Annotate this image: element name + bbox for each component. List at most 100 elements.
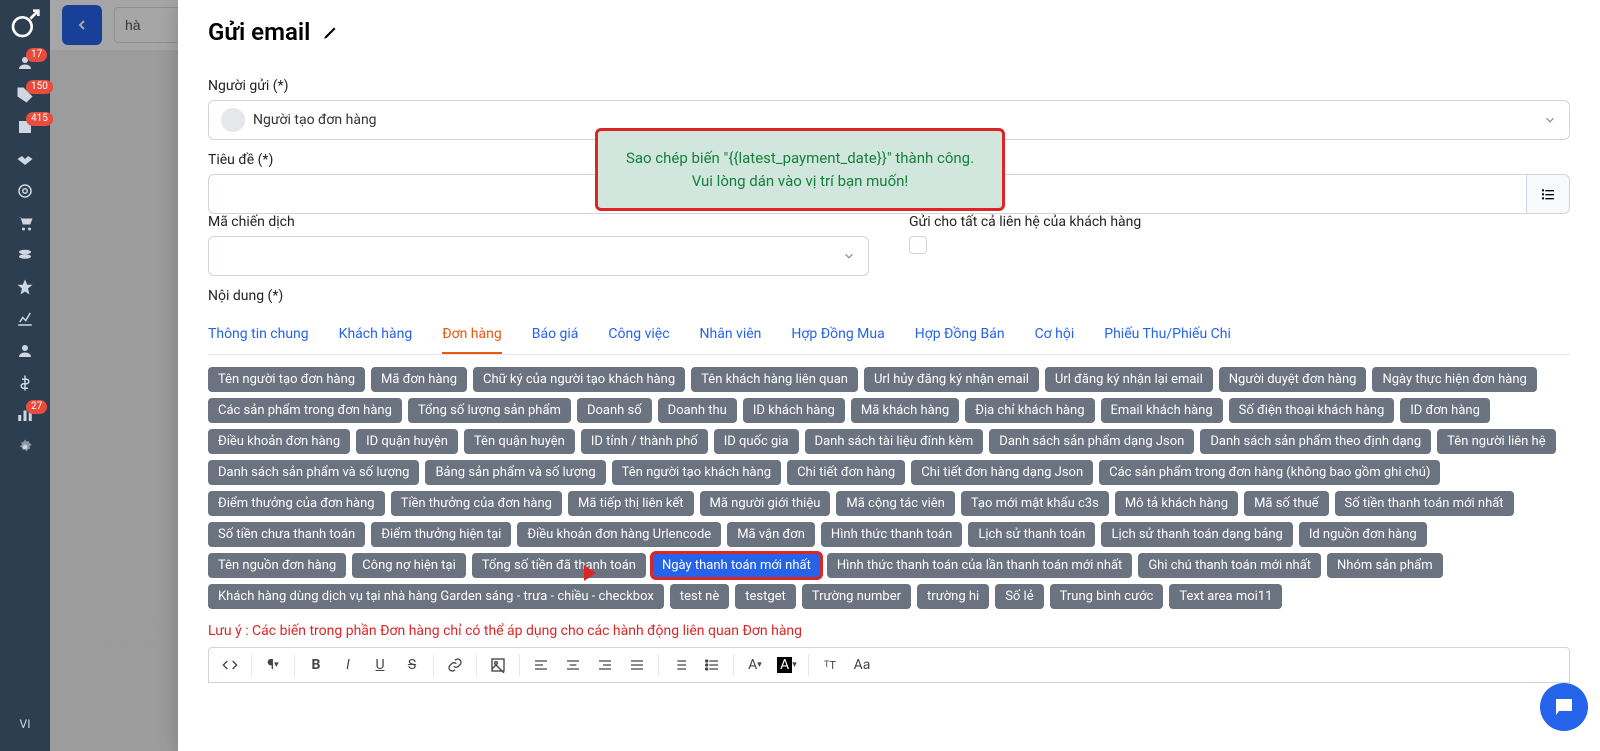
variable-chip[interactable]: ID đơn hàng (1400, 398, 1490, 423)
align-right-button[interactable] (590, 651, 620, 679)
variable-chip[interactable]: Mã khách hàng (851, 398, 959, 423)
variable-chip[interactable]: Mã đơn hàng (371, 367, 467, 392)
tab-báo-giá[interactable]: Báo giá (532, 316, 579, 354)
variable-chip[interactable]: Danh sách sản phẩm theo định dạng (1200, 429, 1431, 454)
building-icon[interactable]: 415 (16, 118, 34, 136)
tab-công-việc[interactable]: Công việc (608, 316, 669, 354)
tab-phiếu-thu/phiếu-chi[interactable]: Phiếu Thu/Phiếu Chi (1104, 316, 1231, 354)
variable-chip[interactable]: Số điện thoại khách hàng (1229, 398, 1395, 423)
variable-chip[interactable]: Số lẻ (995, 584, 1043, 609)
variable-chip[interactable]: Điểm thưởng của đơn hàng (208, 491, 385, 516)
tab-khách-hàng[interactable]: Khách hàng (339, 316, 413, 354)
user-icon[interactable] (16, 342, 34, 360)
variable-chip[interactable]: Tạo mới mật khẩu c3s (961, 491, 1109, 516)
variable-chip[interactable]: ID quận huyện (356, 429, 458, 454)
variable-chip[interactable]: ID tỉnh / thành phố (581, 429, 708, 454)
variable-chip[interactable]: Mã số thuế (1244, 491, 1328, 516)
variable-chip[interactable]: Danh sách sản phẩm dạng Json (989, 429, 1194, 454)
link-button[interactable] (440, 651, 470, 679)
variable-chip[interactable]: Tổng số tiền đã thanh toán (472, 553, 646, 578)
align-justify-button[interactable] (622, 651, 652, 679)
send-all-checkbox[interactable] (909, 236, 927, 254)
variable-chip[interactable]: trường hi (917, 584, 989, 609)
variable-chip[interactable]: Bảng sản phẩm và số lượng (425, 460, 605, 485)
tab-thông-tin-chung[interactable]: Thông tin chung (208, 316, 309, 354)
variable-chip[interactable]: Lịch sử thanh toán (968, 522, 1095, 547)
underline-button[interactable]: U (365, 651, 395, 679)
image-button[interactable] (483, 651, 513, 679)
variable-chip[interactable]: Ghi chú thanh toán mới nhất (1138, 553, 1321, 578)
variable-chip[interactable]: Doanh thu (658, 398, 737, 423)
cart-icon[interactable] (16, 214, 34, 232)
variable-chip[interactable]: Tên người tạo đơn hàng (208, 367, 365, 392)
gear-icon[interactable] (16, 438, 34, 456)
variable-chip[interactable]: Địa chỉ khách hàng (965, 398, 1094, 423)
star-icon[interactable] (16, 278, 34, 296)
align-center-button[interactable] (558, 651, 588, 679)
italic-button[interactable]: I (333, 651, 363, 679)
variable-chip[interactable]: Doanh số (577, 398, 652, 423)
tab-hợp-đồng-mua[interactable]: Hợp Đồng Mua (791, 316, 884, 354)
variable-chip[interactable]: Url hủy đăng ký nhận email (864, 367, 1039, 392)
variable-chip[interactable]: Id nguồn đơn hàng (1299, 522, 1427, 547)
variable-chip[interactable]: ID khách hàng (743, 398, 845, 423)
variable-chip[interactable]: Chữ ký của người tạo khách hàng (473, 367, 685, 392)
variable-chip[interactable]: Ngày thực hiện đơn hàng (1372, 367, 1536, 392)
variable-chip[interactable]: Url đăng ký nhận lại email (1045, 367, 1213, 392)
code-view-button[interactable] (215, 651, 245, 679)
variable-chip[interactable]: Danh sách tài liệu đính kèm (805, 429, 984, 454)
variable-chip[interactable]: ID quốc gia (714, 429, 799, 454)
strike-button[interactable]: S (397, 651, 427, 679)
paragraph-button[interactable]: ¶▾ (258, 651, 288, 679)
font-color-button[interactable]: A▾ (740, 651, 770, 679)
coins-icon[interactable] (16, 246, 34, 264)
pencil-icon[interactable] (322, 23, 340, 41)
font-size-button[interactable]: TT (815, 651, 845, 679)
variable-chip[interactable]: Chi tiết đơn hàng (787, 460, 905, 485)
variable-chip[interactable]: Số tiền thanh toán mới nhất (1335, 491, 1514, 516)
users-icon[interactable]: 17 (16, 54, 34, 72)
variable-chip[interactable]: Tên người tạo khách hàng (612, 460, 781, 485)
variable-chip[interactable]: Tên người liên hệ (1437, 429, 1555, 454)
variable-chip[interactable]: test nè (670, 584, 729, 609)
subject-list-button[interactable] (1526, 174, 1570, 214)
variable-chip[interactable]: Trung bình cước (1050, 584, 1164, 609)
chat-bubble-button[interactable] (1540, 683, 1588, 731)
variable-chip[interactable]: testget (735, 584, 796, 609)
variable-chip[interactable]: Số tiền chưa thanh toán (208, 522, 365, 547)
tab-nhân-viên[interactable]: Nhân viên (700, 316, 762, 354)
variable-chip[interactable]: Tên quận huyện (464, 429, 575, 454)
variable-chip[interactable]: Text area moi11 (1169, 584, 1282, 609)
variable-chip[interactable]: Mã tiếp thị liên kết (568, 491, 694, 516)
variable-chip[interactable]: Trường number (802, 584, 911, 609)
variable-chip[interactable]: Danh sách sản phẩm và số lượng (208, 460, 419, 485)
variable-chip[interactable]: Lịch sử thanh toán dạng bảng (1101, 522, 1292, 547)
variable-chip[interactable]: Các sản phẩm trong đơn hàng (không bao g… (1099, 460, 1440, 485)
variable-chip[interactable]: Tiền thưởng của đơn hàng (391, 491, 562, 516)
ul-button[interactable] (697, 651, 727, 679)
tag-icon[interactable]: 150 (16, 86, 34, 104)
variable-chip[interactable]: Tổng số lượng sản phẩm (408, 398, 571, 423)
variable-chip[interactable]: Mã vận đơn (727, 522, 815, 547)
tab-hợp-đồng-bán[interactable]: Hợp Đồng Bán (915, 316, 1005, 354)
variable-chip[interactable]: Tên nguồn đơn hàng (208, 553, 346, 578)
bg-color-button[interactable]: A▾ (772, 651, 802, 679)
variable-chip[interactable]: Hình thức thanh toán (821, 522, 962, 547)
variable-chip[interactable]: Mã người giới thiệu (700, 491, 831, 516)
target-icon[interactable] (16, 182, 34, 200)
variable-chip[interactable]: Điều khoản đơn hàng (208, 429, 350, 454)
align-left-button[interactable] (526, 651, 556, 679)
variable-chip[interactable]: Tên khách hàng liên quan (691, 367, 858, 392)
variable-chip[interactable]: Nhóm sản phẩm (1327, 553, 1443, 578)
variable-chip[interactable]: Người duyệt đơn hàng (1219, 367, 1367, 392)
variable-chip[interactable]: Điều khoản đơn hàng Urlencode (517, 522, 721, 547)
variable-chip[interactable]: Công nợ hiện tại (352, 553, 466, 578)
tab-đơn-hàng[interactable]: Đơn hàng (442, 316, 502, 354)
dollar-icon[interactable] (16, 374, 34, 392)
handshake-icon[interactable] (16, 150, 34, 168)
variable-chip[interactable]: Khách hàng dùng dịch vụ tại nhà hàng Gar… (208, 584, 664, 609)
variable-chip[interactable]: Email khách hàng (1101, 398, 1223, 423)
variable-chip[interactable]: Mã cộng tác viên (836, 491, 954, 516)
bars-icon[interactable]: 27 (16, 406, 34, 424)
variable-chip[interactable]: Các sản phẩm trong đơn hàng (208, 398, 402, 423)
